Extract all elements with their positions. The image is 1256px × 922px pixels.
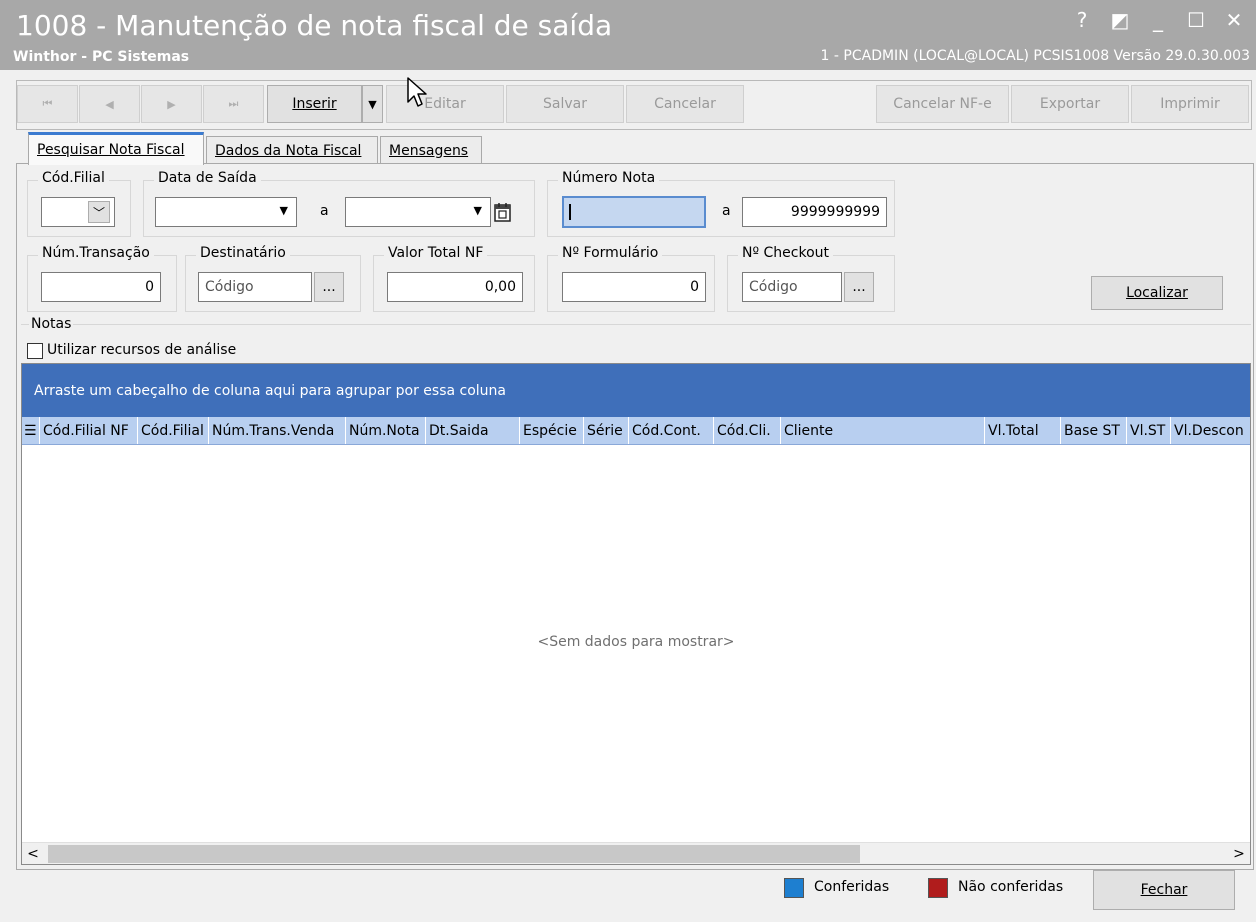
formulario-label: Nº Formulário <box>558 245 663 261</box>
checkout-lookup-button[interactable]: ... <box>844 272 874 302</box>
destinatario-label: Destinatário <box>196 245 290 261</box>
fechar-button[interactable]: Fechar <box>1093 870 1235 910</box>
footer: Conferidas Não conferidas Fechar <box>4 870 1252 918</box>
restore-icon[interactable]: ◩ <box>1108 8 1132 32</box>
num-transacao-field[interactable]: 0 <box>41 272 161 302</box>
numero-nota-to-field[interactable]: 9999999999 <box>742 197 887 227</box>
window-subtitle: Winthor - PC Sistemas <box>13 49 190 65</box>
valor-total-group: Valor Total NF 0,00 <box>373 245 535 312</box>
col-base-st[interactable]: Base ST <box>1061 417 1127 444</box>
chevron-down-icon[interactable]: ﹀ <box>88 201 110 223</box>
col-vl-total[interactable]: Vl.Total <box>985 417 1061 444</box>
export-button[interactable]: Exportar <box>1011 85 1129 123</box>
search-panel: Cód.Filial ﹀ Data de Saída ▼ a ▼ Número … <box>16 163 1254 870</box>
close-icon[interactable]: ✕ <box>1222 8 1246 32</box>
calendar-icon[interactable] <box>492 201 514 223</box>
scroll-right-icon[interactable]: > <box>1228 843 1250 865</box>
edit-button[interactable]: Editar <box>386 85 504 123</box>
mouse-cursor-icon <box>406 76 428 112</box>
numero-nota-from-field[interactable] <box>562 196 706 228</box>
col-cod-cont[interactable]: Cód.Cont. <box>629 417 714 444</box>
data-saida-separator: a <box>320 203 329 219</box>
horizontal-scrollbar[interactable]: < > <box>22 842 1250 864</box>
text-caret <box>569 204 571 220</box>
data-saida-label: Data de Saída <box>154 170 261 186</box>
group-by-panel[interactable]: Arraste um cabeçalho de coluna aqui para… <box>22 364 1250 417</box>
notas-label: Notas <box>29 316 74 332</box>
notas-grid: Arraste um cabeçalho de coluna aqui para… <box>21 363 1251 865</box>
destinatario-field[interactable]: Código <box>198 272 312 302</box>
col-especie[interactable]: Espécie <box>520 417 584 444</box>
col-cliente[interactable]: Cliente <box>781 417 985 444</box>
col-num-trans-venda[interactable]: Núm.Trans.Venda <box>209 417 346 444</box>
help-icon[interactable]: ? <box>1070 8 1094 32</box>
col-num-nota[interactable]: Núm.Nota <box>346 417 426 444</box>
save-button[interactable]: Salvar <box>506 85 624 123</box>
col-serie[interactable]: Série <box>584 417 629 444</box>
numero-nota-label: Número Nota <box>558 170 660 186</box>
filial-select[interactable]: ﹀ <box>41 197 115 227</box>
dropdown-arrow-icon[interactable]: ▼ <box>474 204 482 217</box>
num-transacao-group: Núm.Transação 0 <box>27 245 177 312</box>
cancel-button[interactable]: Cancelar <box>626 85 744 123</box>
empty-grid-message: <Sem dados para mostrar> <box>537 634 735 650</box>
nao-conferidas-swatch <box>928 878 948 898</box>
checkout-field[interactable]: Código <box>742 272 842 302</box>
data-saida-to-field[interactable]: ▼ <box>345 197 491 227</box>
window-controls: ? ◩ _ ☐ ✕ <box>1070 8 1246 32</box>
minimize-icon[interactable]: _ <box>1146 8 1170 32</box>
data-saida-from-field[interactable]: ▼ <box>155 197 297 227</box>
filial-group: Cód.Filial ﹀ <box>27 170 131 237</box>
first-record-button[interactable]: ⏮ <box>17 85 78 123</box>
col-cod-filial-nf[interactable]: Cód.Filial NF <box>40 417 138 444</box>
conferidas-swatch <box>784 878 804 898</box>
column-header-row: ☰ Cód.Filial NF Cód.Filial Núm.Trans.Ven… <box>22 417 1250 445</box>
formulario-group: Nº Formulário 0 <box>547 245 715 312</box>
localizar-button[interactable]: Localizar <box>1091 276 1223 310</box>
insert-button[interactable]: Inserir <box>267 85 362 123</box>
conferidas-label: Conferidas <box>814 879 890 895</box>
column-chooser-icon[interactable]: ☰ <box>22 417 40 444</box>
num-transacao-label: Núm.Transação <box>38 245 154 261</box>
title-bar: 1008 - Manutenção de nota fiscal de saíd… <box>0 0 1256 70</box>
formulario-field[interactable]: 0 <box>562 272 706 302</box>
analise-checkbox-label: Utilizar recursos de análise <box>47 342 237 358</box>
col-dt-saida[interactable]: Dt.Saida <box>426 417 520 444</box>
analise-checkbox[interactable] <box>27 343 43 359</box>
prev-record-button[interactable]: ◀ <box>79 85 140 123</box>
dropdown-arrow-icon[interactable]: ▼ <box>280 204 288 217</box>
checkout-label: Nº Checkout <box>738 245 834 261</box>
destinatario-lookup-button[interactable]: ... <box>314 272 344 302</box>
data-saida-group: Data de Saída ▼ a ▼ <box>143 170 535 237</box>
valor-total-field[interactable]: 0,00 <box>387 272 523 302</box>
notas-divider <box>21 324 1251 325</box>
window-title: 1008 - Manutenção de nota fiscal de saíd… <box>16 9 613 42</box>
col-vl-st[interactable]: Vl.ST <box>1127 417 1171 444</box>
print-button[interactable]: Imprimir <box>1131 85 1249 123</box>
tab-mensagens[interactable]: Mensagens <box>380 136 482 164</box>
tab-dados-da-nota-fiscal[interactable]: Dados da Nota Fiscal <box>206 136 378 164</box>
col-cod-filial[interactable]: Cód.Filial <box>138 417 209 444</box>
checkout-group: Nº Checkout Código ... <box>727 245 895 312</box>
destinatario-group: Destinatário Código ... <box>185 245 361 312</box>
next-record-button[interactable]: ▶ <box>141 85 202 123</box>
insert-dropdown-button[interactable]: ▼ <box>362 85 383 123</box>
cancel-nfe-button[interactable]: Cancelar NF-e <box>876 85 1009 123</box>
numero-nota-group: Número Nota a 9999999999 <box>547 170 895 237</box>
maximize-icon[interactable]: ☐ <box>1184 8 1208 32</box>
tab-pesquisar-nota-fiscal[interactable]: Pesquisar Nota Fiscal <box>28 132 204 165</box>
user-info: 1 - PCADMIN (LOCAL@LOCAL) PCSIS1008 Vers… <box>820 48 1250 64</box>
numero-nota-separator: a <box>722 203 731 219</box>
toolbar: ⏮ ◀ ▶ ⏭ Inserir ▼ Editar Salvar Cancelar… <box>16 80 1252 130</box>
valor-total-label: Valor Total NF <box>384 245 488 261</box>
scrollbar-thumb[interactable] <box>48 845 860 863</box>
col-vl-desconto[interactable]: Vl.Descon <box>1171 417 1250 444</box>
last-record-button[interactable]: ⏭ <box>203 85 264 123</box>
col-cod-cli[interactable]: Cód.Cli. <box>714 417 781 444</box>
scroll-left-icon[interactable]: < <box>22 843 44 865</box>
nao-conferidas-label: Não conferidas <box>958 879 1064 895</box>
client-area: ⏮ ◀ ▶ ⏭ Inserir ▼ Editar Salvar Cancelar… <box>4 70 1254 918</box>
filial-label: Cód.Filial <box>38 170 109 186</box>
